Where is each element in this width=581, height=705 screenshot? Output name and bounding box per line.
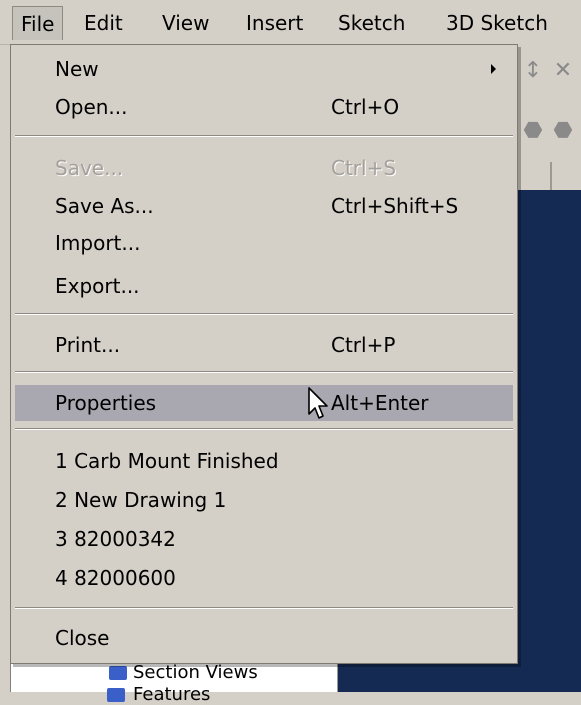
section-views-icon (109, 666, 127, 680)
trim-tool-icon[interactable]: ✕ (546, 54, 580, 88)
menu-sketch[interactable]: Sketch (330, 6, 413, 40)
recent-file-item[interactable]: 4 82000600 (15, 560, 513, 596)
menu-item-open[interactable]: Open... Ctrl+O (15, 89, 513, 125)
menu-item-label: Export... (55, 274, 140, 298)
menu-item-save: Save... Ctrl+S (15, 150, 513, 186)
recent-file-label: 3 82000342 (55, 527, 176, 551)
toolbar-tool-icon[interactable]: ↕ (516, 54, 550, 88)
menu-item-label: Import... (55, 231, 141, 255)
menu-item-label: Print... (55, 333, 121, 357)
menu-item-label: New (55, 57, 99, 81)
features-icon (107, 688, 125, 702)
menu-item-shortcut: Ctrl+Shift+S (331, 194, 459, 218)
menu-item-close[interactable]: Close (15, 620, 513, 656)
menu-bar: File Edit View Insert Sketch 3D Sketch (0, 0, 581, 45)
menu-separator (15, 313, 513, 315)
menu-item-label: Open... (55, 95, 128, 119)
menu-item-shortcut: Alt+Enter (331, 391, 429, 415)
menu-item-save-as[interactable]: Save As... Ctrl+Shift+S (15, 188, 513, 224)
recent-file-item[interactable]: 2 New Drawing 1 (15, 482, 513, 518)
menu-item-export[interactable]: Export... (15, 268, 513, 304)
menu-separator (15, 428, 513, 430)
menu-3d-sketch[interactable]: 3D Sketch (438, 6, 556, 40)
menu-item-new[interactable]: New (15, 51, 513, 87)
mouse-pointer-icon (308, 387, 328, 419)
menu-item-label: Properties (55, 391, 157, 415)
menu-item-print[interactable]: Print... Ctrl+P (15, 327, 513, 363)
tree-item-features[interactable]: Features (133, 684, 210, 705)
menu-item-label: Save... (55, 156, 124, 180)
menu-edit[interactable]: Edit (76, 6, 131, 40)
recent-file-label: 2 New Drawing 1 (55, 488, 227, 512)
background-toolbar: ↕ ✕ ⬣ ⬣ (512, 44, 581, 196)
menu-separator (15, 135, 513, 137)
menu-item-shortcut: Ctrl+P (331, 333, 396, 357)
menu-item-properties[interactable]: Properties Alt+Enter (15, 385, 513, 421)
menu-view[interactable]: View (154, 6, 217, 40)
submenu-arrow-icon (491, 64, 496, 74)
menu-item-shortcut: Ctrl+O (331, 95, 400, 119)
toolbar-tool-icon[interactable]: ⬣ (516, 114, 550, 148)
menu-item-shortcut: Ctrl+S (331, 156, 397, 180)
recent-file-label: 4 82000600 (55, 566, 176, 590)
menu-file[interactable]: File (12, 6, 64, 40)
menu-item-import[interactable]: Import... (15, 225, 513, 261)
recent-file-item[interactable]: 3 82000342 (15, 521, 513, 557)
recent-file-item[interactable]: 1 Carb Mount Finished (15, 443, 513, 479)
toolbar-tool-icon[interactable]: ⬣ (546, 114, 580, 148)
file-menu-dropdown: New Open... Ctrl+O Save... Ctrl+S Save A… (10, 44, 518, 664)
menu-item-label: Close (55, 626, 110, 650)
menu-item-label: Save As... (55, 194, 154, 218)
menu-insert[interactable]: Insert (238, 6, 311, 40)
menu-separator (15, 607, 513, 609)
tree-item-section-views[interactable]: Section Views (133, 662, 258, 683)
menu-separator (15, 371, 513, 373)
recent-file-label: 1 Carb Mount Finished (55, 449, 279, 473)
